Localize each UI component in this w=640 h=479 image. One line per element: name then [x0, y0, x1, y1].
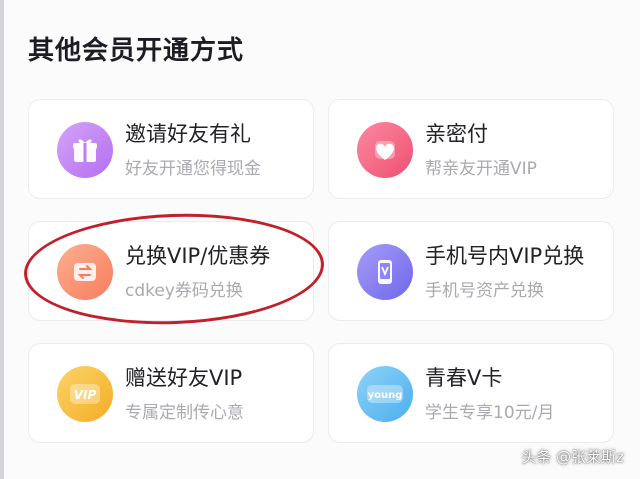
intimate-pay-card[interactable]: 亲密付 帮亲友开通VIP — [328, 99, 614, 199]
phone-vip-redeem-card[interactable]: 手机号内VIP兑换 手机号资产兑换 — [328, 221, 614, 321]
card-title: 赠送好友VIP — [125, 366, 243, 390]
card-title: 邀请好友有礼 — [125, 122, 251, 146]
card-subtitle: 专属定制传心意 — [125, 403, 244, 423]
gift-icon — [57, 122, 113, 178]
card-subtitle: 学生专享10元/月 — [425, 403, 555, 423]
membership-options-page: 其他会员开通方式 邀请好友有礼 好友开通您得现金 亲密付 帮亲友开通VIP 兑换… — [0, 0, 640, 479]
phone-icon — [357, 244, 413, 300]
youth-v-card[interactable]: young 青春V卡 学生专享10元/月 — [328, 343, 614, 443]
watermark: 头条 @张莱斯z — [521, 448, 624, 466]
young-badge-icon: young — [357, 366, 413, 422]
section-title: 其他会员开通方式 — [28, 36, 245, 66]
heart-icon — [357, 122, 413, 178]
card-title: 亲密付 — [425, 122, 488, 146]
card-subtitle: 帮亲友开通VIP — [425, 159, 537, 179]
card-subtitle: 好友开通您得现金 — [125, 159, 261, 179]
left-edge-divider — [0, 0, 4, 479]
invite-friends-card[interactable]: 邀请好友有礼 好友开通您得现金 — [28, 99, 314, 199]
svg-text:VIP: VIP — [74, 388, 97, 402]
card-title: 手机号内VIP兑换 — [425, 244, 585, 268]
vip-badge-icon: VIP — [57, 366, 113, 422]
gift-vip-card[interactable]: VIP 赠送好友VIP 专属定制传心意 — [28, 343, 314, 443]
card-title: 青春V卡 — [425, 366, 503, 390]
card-subtitle: 手机号资产兑换 — [425, 281, 544, 301]
svg-text:young: young — [368, 390, 403, 401]
